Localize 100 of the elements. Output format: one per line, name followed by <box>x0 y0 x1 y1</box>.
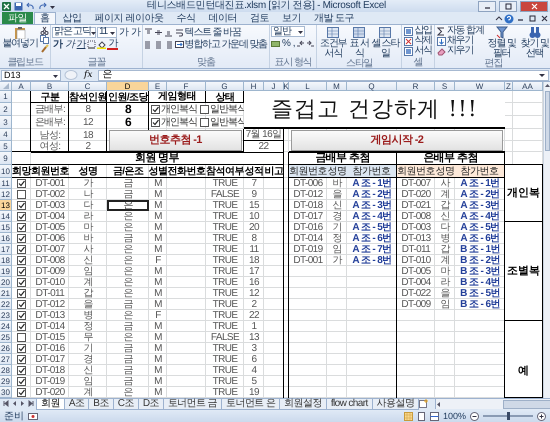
row-header[interactable]: 29 <box>0 376 12 387</box>
ribbon-tab[interactable]: 삽입 <box>56 12 88 24</box>
checkbox[interactable] <box>17 289 26 298</box>
italic-button[interactable]: 가 <box>64 38 75 50</box>
undo-icon[interactable] <box>26 2 35 10</box>
column-header[interactable]: J <box>264 82 284 91</box>
row-header[interactable]: 15 <box>0 222 12 233</box>
sheet-tab[interactable]: 회원설정 <box>279 399 327 410</box>
row-header[interactable]: 9 <box>0 152 12 165</box>
row-header[interactable]: 21 <box>0 288 12 299</box>
close-button[interactable] <box>539 13 550 23</box>
style-button[interactable]: 셀 스타일 <box>370 26 400 59</box>
scissors-icon[interactable] <box>40 26 49 35</box>
zoom-level[interactable]: 100% <box>442 411 466 421</box>
checkbox[interactable] <box>17 245 26 254</box>
zoom-out-icon[interactable] <box>470 412 479 420</box>
checkbox[interactable] <box>200 105 209 114</box>
start-game-button[interactable]: 게임시작 -2 <box>291 130 503 151</box>
align-left-icon[interactable] <box>144 40 153 48</box>
row-header[interactable]: 27 <box>0 354 12 365</box>
column-header[interactable]: F <box>167 82 206 91</box>
ribbon-tab[interactable]: 페이지 레이아웃 <box>88 12 170 24</box>
sheet-tab[interactable]: 토너먼트 은 <box>221 399 280 410</box>
editing-button[interactable]: 정렬 및 필터 <box>486 26 518 59</box>
paste-button[interactable]: 붙여넣기 <box>1 26 39 49</box>
macro-record-icon[interactable] <box>28 412 39 420</box>
sheet-tab[interactable]: 토너먼트 금 <box>162 399 222 410</box>
name-box[interactable]: D13 <box>1 70 61 80</box>
checkbox[interactable] <box>17 322 26 331</box>
column-header[interactable]: E <box>149 82 167 91</box>
ribbon-tab[interactable]: 보기 <box>276 12 307 24</box>
column-header[interactable]: G <box>206 82 244 91</box>
checkbox[interactable] <box>17 256 26 265</box>
group-value[interactable]: 은 <box>107 200 149 211</box>
align-middle-icon[interactable] <box>154 28 163 36</box>
checkbox[interactable] <box>17 234 26 243</box>
underline-button[interactable]: 가 <box>76 38 86 50</box>
column-header[interactable]: C <box>69 82 107 91</box>
sheet-tab[interactable]: 회원 <box>36 399 65 410</box>
fill-button[interactable]: 채우기 <box>436 36 485 46</box>
column-header[interactable]: S <box>435 82 455 91</box>
scrollbar-thumb[interactable] <box>503 400 550 408</box>
row-header[interactable]: 12 <box>0 189 12 200</box>
vertical-scrollbar[interactable] <box>543 82 550 398</box>
sheet-tab[interactable]: A조 <box>64 399 90 410</box>
checkbox[interactable] <box>17 201 26 210</box>
checkbox[interactable] <box>17 278 26 287</box>
align-center-icon[interactable] <box>154 40 163 48</box>
redo-icon[interactable] <box>38 2 47 10</box>
column-header[interactable]: H <box>244 82 264 91</box>
clear-button[interactable]: 지우기 <box>436 46 485 56</box>
page-break-icon[interactable] <box>430 412 439 420</box>
horizontal-scrollbar[interactable] <box>435 399 550 409</box>
editing-button[interactable]: 찾기 및 선택 <box>518 26 550 59</box>
brush-icon[interactable] <box>40 44 49 53</box>
font-size-field[interactable]: 11 <box>97 26 117 38</box>
sheet-tab[interactable]: flow chart <box>326 399 373 410</box>
fill-down-icon[interactable] <box>436 36 446 46</box>
sigma-icon[interactable] <box>436 26 446 36</box>
wrap-text-button[interactable]: 텍스트 줄 바꿈 <box>174 26 242 38</box>
fill-color-icon[interactable] <box>97 40 106 48</box>
scrollbar-thumb[interactable] <box>544 91 550 151</box>
copy-icon[interactable] <box>40 35 49 44</box>
column-header[interactable]: A <box>12 82 31 91</box>
cells-button[interactable]: 삭제 <box>403 36 433 46</box>
insert-cells-icon[interactable] <box>404 26 414 36</box>
row-header[interactable]: 18 <box>0 255 12 266</box>
delete-cells-icon[interactable] <box>404 36 414 46</box>
ribbon-tab[interactable]: 데이터 <box>202 12 243 24</box>
checkbox[interactable] <box>151 105 160 114</box>
style-button[interactable]: 조건부 서식 <box>318 26 348 59</box>
insert-function-button[interactable]: fx <box>81 70 96 80</box>
game-type-option[interactable]: 개인복식 <box>151 104 197 115</box>
row-header[interactable]: 10 <box>0 165 12 178</box>
game-type-option[interactable]: 개인복식 <box>151 117 197 128</box>
row-header[interactable]: 22 <box>0 299 12 310</box>
save-icon[interactable] <box>14 2 23 10</box>
row-header[interactable]: 14 <box>0 211 12 222</box>
row-header[interactable]: 28 <box>0 365 12 376</box>
checkbox[interactable] <box>17 388 26 397</box>
row-header[interactable]: 3 <box>0 116 12 129</box>
increase-decimal-icon[interactable] <box>296 38 306 48</box>
ribbon-tab[interactable]: 홈 <box>34 12 56 24</box>
grow-font-button[interactable]: 가 <box>118 26 129 38</box>
row-header[interactable]: 11 <box>0 178 12 189</box>
file-tab[interactable]: 파일 <box>2 12 33 24</box>
row-header[interactable]: 19 <box>0 266 12 277</box>
column-header[interactable]: R <box>397 82 435 91</box>
checkbox[interactable] <box>17 179 26 188</box>
draw-numbers-button[interactable]: 번호추첨 -1 <box>109 130 242 151</box>
wrap-text-icon[interactable] <box>174 28 184 36</box>
help-icon[interactable] <box>504 14 514 24</box>
checkbox[interactable] <box>17 311 26 320</box>
sheet-tab[interactable]: 사용설명 <box>372 399 420 410</box>
checkbox[interactable] <box>17 366 26 375</box>
checkbox[interactable] <box>17 267 26 276</box>
sheet-tab[interactable]: B조 <box>88 399 114 410</box>
column-header[interactable]: D <box>107 82 149 91</box>
zoom-in-icon[interactable] <box>537 412 546 420</box>
minimize-button[interactable] <box>478 0 496 12</box>
